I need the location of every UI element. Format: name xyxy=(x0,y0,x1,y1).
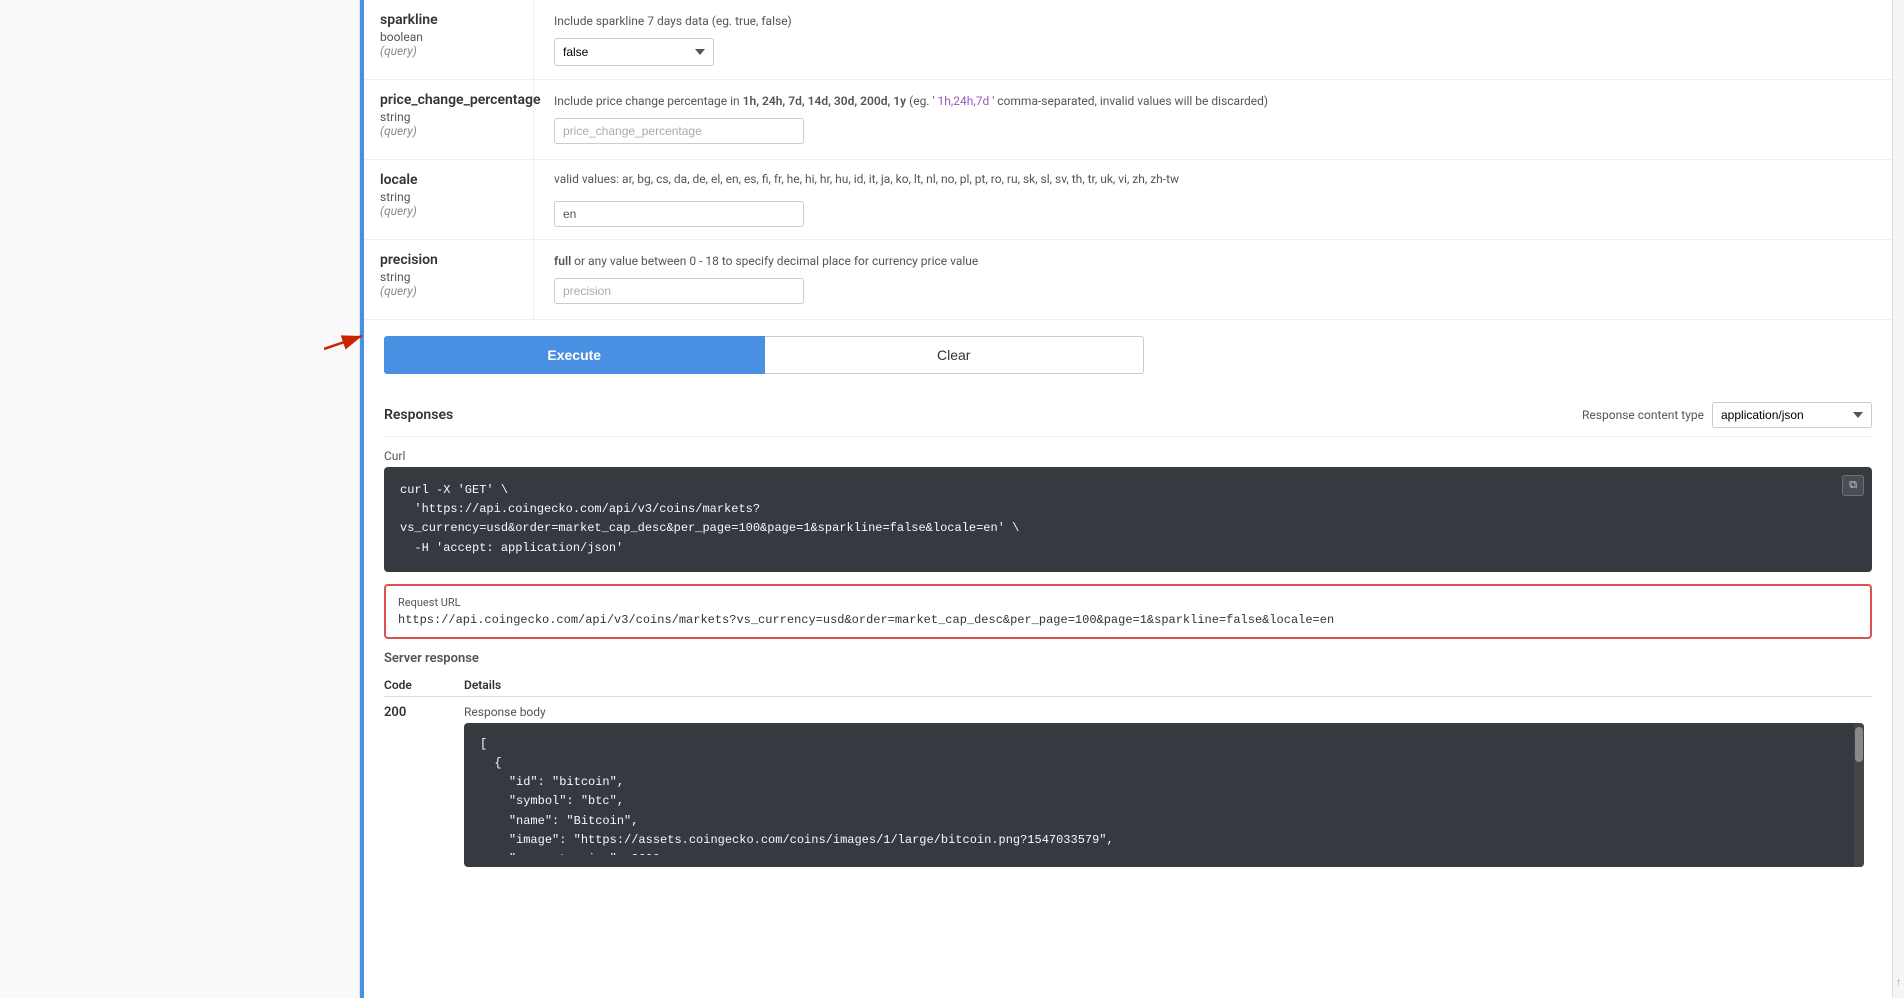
far-right-panel: ↑ xyxy=(1892,0,1904,998)
curl-copy-button[interactable]: ⧉ xyxy=(1842,475,1864,496)
server-response-label: Server response xyxy=(384,651,1872,666)
param-row-price-change: price_change_percentage string (query) I… xyxy=(364,80,1892,160)
param-input-precision: full or any value between 0 - 18 to spec… xyxy=(534,240,1892,319)
param-query-sparkline: (query) xyxy=(380,44,517,58)
response-table: Code Details 200 Response body xyxy=(384,674,1872,875)
param-row-precision: precision string (query) full or any val… xyxy=(364,240,1892,320)
price-change-input[interactable] xyxy=(554,118,804,144)
page-wrapper: sparkline boolean (query) Include sparkl… xyxy=(0,0,1904,998)
red-arrow-indicator xyxy=(324,324,374,354)
response-details-200: Response body [ { "id": "bitcoin", "symb… xyxy=(464,696,1872,875)
server-response-section: Server response Code Details 200 xyxy=(384,651,1872,875)
curl-label: Curl xyxy=(384,449,1872,463)
details-header: Details xyxy=(464,674,1872,697)
copy-icon: ⧉ xyxy=(1849,479,1857,491)
param-name-locale: locale xyxy=(380,172,517,188)
param-type-sparkline: boolean xyxy=(380,30,517,44)
param-query-precision: (query) xyxy=(380,284,517,298)
locale-valid-values: valid values: ar, bg, cs, da, de, el, en… xyxy=(554,172,1872,186)
param-type-price-change: string xyxy=(380,110,517,124)
param-input-sparkline: Include sparkline 7 days data (eg. true,… xyxy=(534,0,1892,79)
curl-command: curl -X 'GET' \ 'https://api.coingecko.c… xyxy=(400,481,1856,558)
scrollbar-thumb xyxy=(1855,727,1863,762)
request-url-value: https://api.coingecko.com/api/v3/coins/m… xyxy=(398,613,1858,627)
scroll-to-top-icon: ↑ xyxy=(1896,977,1901,988)
scrollbar-track xyxy=(1854,723,1864,867)
response-body-box: [ { "id": "bitcoin", "symbol": "btc", "n… xyxy=(464,723,1864,867)
scroll-to-top-button[interactable]: ↑ xyxy=(1896,977,1901,988)
sidebar xyxy=(0,0,360,998)
responses-section: Responses Response content type applicat… xyxy=(364,390,1892,875)
response-body-content: [ { "id": "bitcoin", "symbol": "btc", "n… xyxy=(480,735,1848,855)
action-buttons-row: Execute Clear xyxy=(384,336,1144,374)
param-label-sparkline: sparkline boolean (query) xyxy=(364,0,534,79)
response-content-type-group: Response content type application/json xyxy=(1582,402,1872,428)
param-row-locale: locale string (query) valid values: ar, … xyxy=(364,160,1892,240)
response-row-200: 200 Response body [ { "id": "bitcoin", "… xyxy=(384,696,1872,875)
param-input-locale: valid values: ar, bg, cs, da, de, el, en… xyxy=(534,160,1892,239)
param-input-price-change: Include price change percentage in 1h, 2… xyxy=(534,80,1892,159)
sparkline-select[interactable]: false true xyxy=(554,38,714,66)
request-url-section: Request URL https://api.coingecko.com/ap… xyxy=(384,584,1872,639)
precision-description: full or any value between 0 - 18 to spec… xyxy=(554,252,1872,270)
param-label-price-change: price_change_percentage string (query) xyxy=(364,80,534,159)
param-query-price-change: (query) xyxy=(380,124,517,138)
param-type-precision: string xyxy=(380,270,517,284)
param-row-sparkline: sparkline boolean (query) Include sparkl… xyxy=(364,0,1892,80)
responses-title: Responses xyxy=(384,407,453,423)
precision-input[interactable] xyxy=(554,278,804,304)
response-content-select[interactable]: application/json xyxy=(1712,402,1872,428)
curl-section: Curl curl -X 'GET' \ 'https://api.coinge… xyxy=(384,449,1872,572)
param-query-locale: (query) xyxy=(380,204,517,218)
response-content-label: Response content type xyxy=(1582,408,1704,422)
response-body-label: Response body xyxy=(464,705,1864,719)
param-type-locale: string xyxy=(380,190,517,204)
param-name-price-change: price_change_percentage xyxy=(380,92,517,108)
param-label-precision: precision string (query) xyxy=(364,240,534,319)
responses-header: Responses Response content type applicat… xyxy=(384,390,1872,437)
clear-button[interactable]: Clear xyxy=(765,336,1145,374)
param-name-precision: precision xyxy=(380,252,517,268)
action-row-container: Execute Clear xyxy=(364,320,1892,390)
sparkline-description: Include sparkline 7 days data (eg. true,… xyxy=(554,12,1872,30)
response-code-200: 200 xyxy=(384,705,406,720)
code-header: Code xyxy=(384,674,464,697)
param-name-sparkline: sparkline xyxy=(380,12,517,28)
param-label-locale: locale string (query) xyxy=(364,160,534,239)
locale-input[interactable] xyxy=(554,201,804,227)
price-change-description: Include price change percentage in 1h, 2… xyxy=(554,92,1872,110)
content-area: sparkline boolean (query) Include sparkl… xyxy=(364,0,1892,998)
execute-button[interactable]: Execute xyxy=(384,336,765,374)
curl-box: curl -X 'GET' \ 'https://api.coingecko.c… xyxy=(384,467,1872,572)
request-url-label: Request URL xyxy=(398,596,1858,609)
